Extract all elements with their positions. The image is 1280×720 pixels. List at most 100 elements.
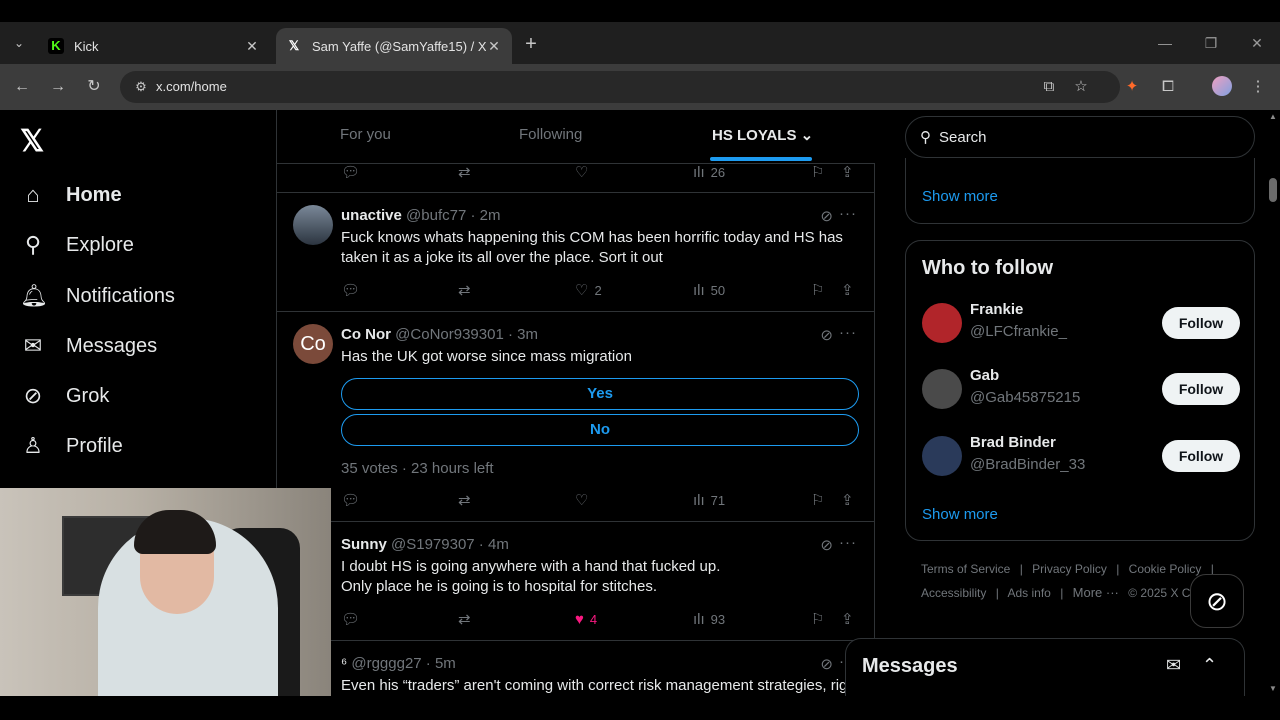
site-info-icon[interactable]: ⚙ — [130, 76, 152, 98]
search-input[interactable]: ⚲ Search — [905, 116, 1255, 158]
tweet[interactable]: unactive @bufc77 · 2m ⊘ ··· Fuck knows w… — [277, 193, 875, 312]
page-scrollbar[interactable]: ▲ ▼ — [1266, 110, 1280, 696]
tab-close-icon[interactable]: ✕ — [486, 38, 502, 55]
more-icon[interactable]: ··· — [839, 324, 857, 341]
nav-home[interactable]: ⌂ Home — [20, 175, 121, 215]
scrollbar-thumb[interactable] — [1269, 178, 1277, 202]
follow-button[interactable]: Follow — [1162, 373, 1240, 405]
window-close-icon[interactable]: ✕ — [1242, 32, 1272, 54]
url-text[interactable]: x.com/home — [156, 79, 227, 94]
restore-icon[interactable]: ❐ — [1196, 32, 1226, 54]
tab-for-you[interactable]: For you — [340, 126, 391, 143]
reply-icon[interactable]: 💬︎ — [341, 490, 366, 510]
grok-icon[interactable]: ⊘ — [820, 655, 833, 673]
share-icon[interactable]: ⇪ — [841, 490, 860, 510]
views-stat[interactable]: ılı 93 — [693, 609, 725, 629]
reply-icon[interactable]: 💬︎ — [341, 609, 366, 629]
x-logo-icon[interactable]: 𝕏 — [20, 124, 44, 159]
tab-close-icon[interactable]: ✕ — [244, 38, 260, 55]
avatar[interactable] — [922, 436, 962, 476]
views-stat[interactable]: ılı 26 — [693, 162, 725, 182]
profile-avatar[interactable] — [1212, 76, 1232, 96]
follow-suggestion[interactable]: Gab @Gab45875215 Follow — [922, 365, 1240, 413]
avatar[interactable] — [922, 303, 962, 343]
cookie-link[interactable]: Cookie Policy — [1129, 562, 1202, 576]
views-stat[interactable]: ılı 71 — [693, 490, 725, 510]
scroll-up-arrow-icon[interactable]: ▲ — [1268, 112, 1278, 121]
more-link[interactable]: More ··· — [1073, 585, 1119, 600]
tab-following[interactable]: Following — [519, 126, 582, 143]
share-icon[interactable]: ⇪ — [841, 609, 860, 629]
poll-option-yes[interactable]: Yes — [341, 378, 859, 410]
like-button[interactable]: ♥ 4 — [575, 609, 597, 629]
bookmark-icon[interactable]: ⚐ — [811, 162, 830, 182]
nav-grok[interactable]: ⊘ Grok — [20, 376, 110, 416]
tweet-author-name[interactable]: ⁶ — [341, 655, 347, 672]
reply-icon[interactable]: 💬︎ — [341, 162, 366, 182]
forward-arrow-icon[interactable]: → — [46, 75, 70, 99]
grok-icon[interactable]: ⊘ — [820, 536, 833, 554]
tweet-author-name[interactable]: Co Nor — [341, 326, 391, 343]
install-app-icon[interactable]: ⧉ — [1038, 76, 1060, 98]
like-button[interactable]: ♡ 2 — [575, 280, 602, 300]
avatar[interactable] — [293, 205, 333, 245]
views-stat[interactable]: ılı 50 — [693, 280, 725, 300]
more-icon[interactable]: ··· — [839, 205, 857, 222]
grok-icon[interactable]: ⊘ — [820, 207, 833, 225]
avatar[interactable]: Co — [293, 324, 333, 364]
grok-icon[interactable]: ⊘ — [820, 326, 833, 344]
show-more-link[interactable]: Show more — [922, 506, 998, 523]
compose-message-icon[interactable]: ✉ — [1166, 655, 1181, 676]
avatar[interactable] — [922, 369, 962, 409]
tweet[interactable]: Co Co Nor @CoNor939301 · 3m ⊘ ··· Has th… — [277, 312, 875, 522]
nav-profile[interactable]: ♙ Profile — [20, 426, 123, 466]
browser-tab-kick[interactable]: K Kick ✕ — [38, 28, 270, 64]
address-bar[interactable]: ⚙ x.com/home ⧉ ☆ — [120, 71, 1120, 103]
suggestion-name[interactable]: Frankie — [970, 301, 1023, 318]
follow-button[interactable]: Follow — [1162, 440, 1240, 472]
suggestion-name[interactable]: Gab — [970, 367, 999, 384]
scroll-down-arrow-icon[interactable]: ▼ — [1268, 684, 1278, 693]
terms-link[interactable]: Terms of Service — [921, 562, 1010, 576]
grok-float-button[interactable]: ⊘ — [1190, 574, 1244, 628]
tweet-author-handle[interactable]: @rgggg27 · 5m — [351, 655, 455, 672]
tweet-author-handle[interactable]: @S1979307 · 4m — [391, 536, 509, 553]
show-more-link[interactable]: Show more — [922, 188, 998, 205]
bookmark-star-icon[interactable]: ☆ — [1070, 76, 1092, 98]
suggestion-name[interactable]: Brad Binder — [970, 434, 1056, 451]
minimize-icon[interactable]: — — [1150, 32, 1180, 54]
share-icon[interactable]: ⇪ — [841, 280, 860, 300]
retweet-icon[interactable]: ⇄ — [458, 490, 477, 510]
messages-drawer[interactable]: Messages ✉ ⌃ — [845, 638, 1245, 696]
ads-info-link[interactable]: Ads info — [1008, 586, 1051, 600]
bookmark-icon[interactable]: ⚐ — [811, 280, 830, 300]
accessibility-link[interactable]: Accessibility — [921, 586, 986, 600]
retweet-icon[interactable]: ⇄ — [458, 609, 477, 629]
nav-notifications[interactable]: 🔔︎ Notifications — [20, 276, 175, 316]
bookmark-icon[interactable]: ⚐ — [811, 490, 830, 510]
extension-fox-icon[interactable]: ✦ — [1120, 75, 1144, 99]
retweet-icon[interactable]: ⇄ — [458, 280, 477, 300]
tweet-author-handle[interactable]: @CoNor939301 · 3m — [395, 326, 538, 343]
browser-tab-x[interactable]: 𝕏 Sam Yaffe (@SamYaffe15) / X ✕ — [276, 28, 512, 64]
tweet[interactable]: Sunny @S1979307 · 4m ⊘ ··· I doubt HS is… — [277, 522, 875, 641]
tab-search-chevron-icon[interactable]: ⌄ — [8, 32, 30, 54]
tweet[interactable]: ⁶ @rgggg27 · 5m ⊘ ··· Even his “traders”… — [277, 641, 875, 696]
retweet-icon[interactable]: ⇄ — [458, 162, 477, 182]
privacy-link[interactable]: Privacy Policy — [1032, 562, 1107, 576]
chrome-menu-icon[interactable]: ⋮ — [1246, 75, 1270, 99]
like-icon[interactable]: ♡ — [575, 490, 594, 510]
extensions-puzzle-icon[interactable]: ⧠ — [1156, 75, 1180, 99]
share-icon[interactable]: ⇪ — [841, 162, 860, 182]
reload-icon[interactable]: ↻ — [82, 75, 106, 99]
tweet-author-name[interactable]: Sunny — [341, 536, 387, 553]
follow-button[interactable]: Follow — [1162, 307, 1240, 339]
nav-explore[interactable]: ⚲ Explore — [20, 225, 134, 265]
bookmark-icon[interactable]: ⚐ — [811, 609, 830, 629]
tab-hs-loyals[interactable]: HS LOYALS ⌄ — [712, 126, 813, 144]
poll-option-no[interactable]: No — [341, 414, 859, 446]
new-tab-plus-icon[interactable]: + — [520, 33, 542, 55]
more-icon[interactable]: ··· — [839, 534, 857, 551]
like-icon[interactable]: ♡ — [575, 162, 594, 182]
follow-suggestion[interactable]: Frankie @LFCfrankie_ Follow — [922, 299, 1240, 347]
